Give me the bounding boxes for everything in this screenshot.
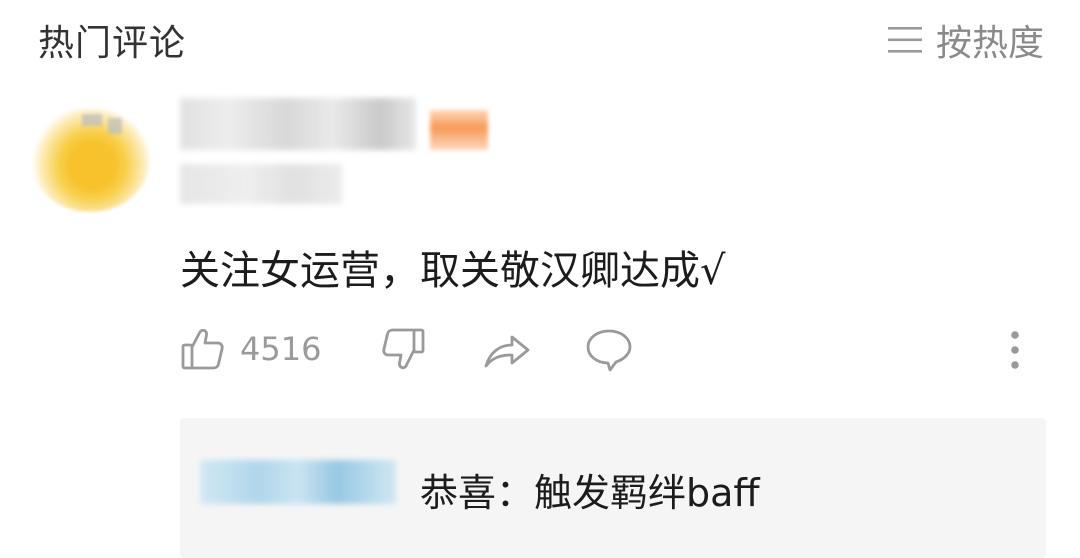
more-vertical-icon <box>1011 331 1019 369</box>
username-blurred[interactable] <box>180 98 416 150</box>
comment-icon <box>586 329 632 372</box>
dislike-button[interactable] <box>380 326 426 372</box>
share-button[interactable] <box>482 326 532 372</box>
hot-comments-title: 热门评论 <box>38 23 187 64</box>
sub-comment-text: 恭喜：触发羁绊baff <box>420 471 760 515</box>
sort-label: 按热度 <box>935 23 1044 64</box>
share-icon <box>484 335 530 368</box>
like-count: 4516 <box>240 330 322 368</box>
sub-comment-box[interactable]: 恭喜：触发羁绊baff <box>180 418 1046 558</box>
avatar[interactable] <box>30 108 150 212</box>
comment-actions: 4516 <box>180 326 1040 386</box>
thumbs-down-icon <box>382 328 425 370</box>
like-button[interactable]: 4516 <box>180 326 321 372</box>
thumbs-up-icon <box>181 328 224 370</box>
comment-text: 关注女运营，取关敬汉卿达成√ <box>180 248 726 294</box>
comment-meta-blurred <box>180 164 342 204</box>
sort-by-heat-button[interactable]: 按热度 <box>887 14 1044 66</box>
menu-icon <box>887 27 922 53</box>
user-badge <box>430 110 488 150</box>
reply-button[interactable] <box>584 326 634 372</box>
more-options-button[interactable] <box>1008 326 1022 376</box>
sub-comment-username-blurred[interactable] <box>200 460 396 504</box>
